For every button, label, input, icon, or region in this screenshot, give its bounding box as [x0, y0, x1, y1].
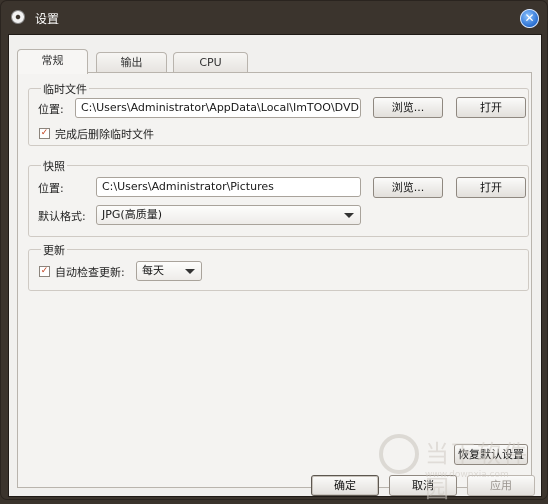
watermark: 当下软件园 www.downxia.com	[379, 434, 529, 503]
snapshot-format-value: JPG(高质量)	[102, 208, 162, 221]
window-title: 设置	[35, 12, 60, 26]
tab-output[interactable]: 输出	[96, 52, 167, 73]
auto-update-checkbox[interactable]: ✓	[39, 266, 50, 277]
dialog-client: 常规 输出 CPU 临时文件 位置: C:\Users\Administrato…	[8, 34, 542, 497]
general-tab-panel: 临时文件 位置: C:\Users\Administrator\AppData\…	[17, 72, 532, 488]
temp-location-field[interactable]: C:\Users\Administrator\AppData\Local\ImT…	[75, 98, 361, 118]
temp-browse-button[interactable]: 浏览...	[373, 97, 443, 118]
snapshot-location-field[interactable]: C:\Users\Administrator\Pictures	[96, 177, 361, 197]
snapshot-browse-button[interactable]: 浏览...	[373, 177, 443, 198]
update-frequency-select[interactable]: 每天	[136, 261, 202, 281]
update-group: 更新 ✓ 自动检查更新: 每天	[28, 242, 529, 291]
snapshot-group: 快照 位置: C:\Users\Administrator\Pictures 浏…	[28, 158, 529, 237]
settings-window: 设置 ✕ 常规 输出 CPU 临时文件 位置: C:\Users\Adminis…	[0, 0, 548, 503]
update-frequency-value: 每天	[142, 264, 164, 277]
watermark-url: www.downxia.com	[425, 470, 509, 480]
ok-button[interactable]: 确定	[311, 475, 379, 496]
disc-icon	[12, 11, 24, 23]
temp-files-group: 临时文件 位置: C:\Users\Administrator\AppData\…	[28, 81, 529, 146]
update-title: 更新	[41, 242, 67, 258]
tab-cpu[interactable]: CPU	[173, 52, 248, 73]
auto-update-label: 自动检查更新:	[55, 266, 125, 279]
temp-files-title: 临时文件	[41, 81, 89, 97]
snapshot-location-label: 位置:	[38, 182, 64, 195]
watermark-text: 当下软件园	[425, 440, 529, 503]
titlebar[interactable]: 设置 ✕	[1, 1, 548, 33]
tab-general[interactable]: 常规	[17, 49, 88, 74]
delete-temp-label: 完成后删除临时文件	[55, 128, 154, 141]
snapshot-format-label: 默认格式:	[38, 210, 86, 223]
chevron-down-icon	[185, 269, 195, 274]
chevron-down-icon	[344, 213, 354, 218]
watermark-logo-icon	[379, 434, 419, 474]
close-icon: ✕	[524, 11, 535, 25]
close-button[interactable]: ✕	[520, 9, 539, 28]
temp-location-label: 位置:	[38, 103, 64, 116]
delete-temp-checkbox[interactable]: ✓	[39, 128, 50, 139]
snapshot-format-select[interactable]: JPG(高质量)	[96, 205, 361, 225]
temp-open-button[interactable]: 打开	[456, 97, 526, 118]
snapshot-title: 快照	[41, 158, 67, 174]
snapshot-open-button[interactable]: 打开	[456, 177, 526, 198]
